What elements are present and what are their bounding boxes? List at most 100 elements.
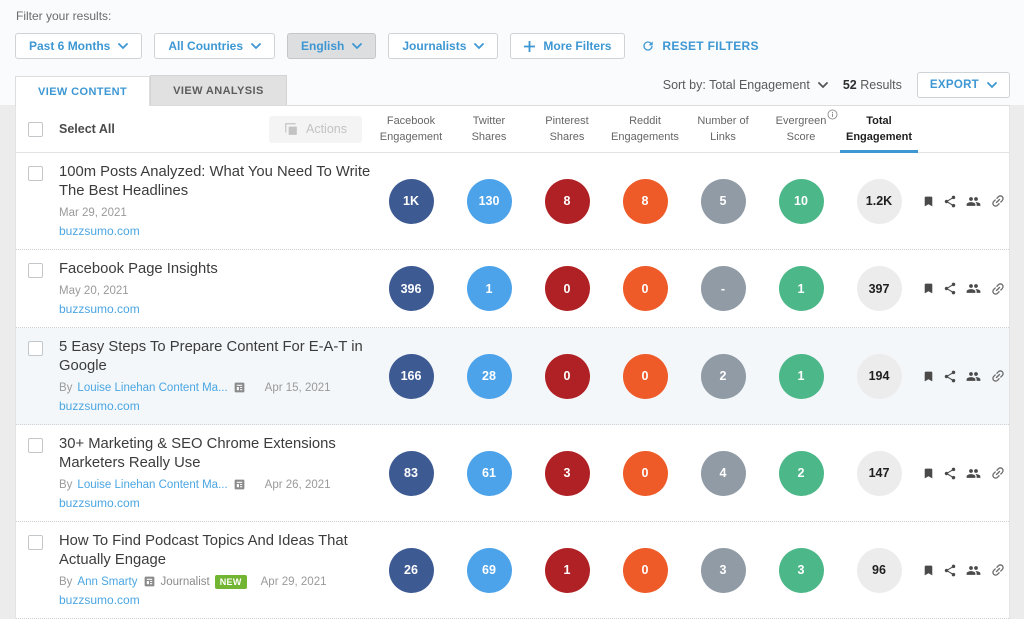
column-header[interactable]: Twitter Shares bbox=[450, 113, 528, 145]
row-checkbox[interactable] bbox=[28, 263, 43, 278]
bookmark-icon[interactable] bbox=[922, 563, 935, 578]
article-title[interactable]: Facebook Page Insights bbox=[59, 260, 372, 279]
author-link[interactable]: Louise Linehan Content Ma... bbox=[77, 382, 227, 394]
metric-cell: 396 bbox=[372, 266, 450, 311]
row-checkbox[interactable] bbox=[28, 535, 43, 550]
metric-cell: 130 bbox=[450, 179, 528, 224]
article-domain-link[interactable]: buzzsumo.com bbox=[59, 302, 372, 317]
audience-icon[interactable] bbox=[965, 466, 982, 481]
link-icon[interactable] bbox=[990, 368, 1006, 384]
evergreen-metric-circle: 3 bbox=[779, 548, 824, 593]
table-row: Facebook Page Insights May 20, 2021 buzz… bbox=[16, 250, 1009, 328]
pinterest-metric-circle: 3 bbox=[545, 451, 590, 496]
column-headers: Facebook Engagement Twitter Shares Pinte… bbox=[372, 113, 918, 145]
row-checkbox[interactable] bbox=[28, 166, 43, 181]
article-byline: By Ann Smarty Journalist NEW Apr 29, 202… bbox=[59, 574, 372, 589]
article-title[interactable]: 5 Easy Steps To Prepare Content For E-A-… bbox=[59, 338, 372, 376]
sort-by-dropdown[interactable]: Sort by: Total Engagement bbox=[663, 78, 828, 92]
author-link[interactable]: Ann Smarty bbox=[77, 576, 137, 588]
column-header-line2: Score bbox=[762, 129, 840, 145]
byline-by-label: By bbox=[59, 576, 72, 588]
facebook-metric-circle: 396 bbox=[389, 266, 434, 311]
author-link[interactable]: Louise Linehan Content Ma... bbox=[77, 479, 227, 491]
article-byline: By Louise Linehan Content Ma... Apr 26, … bbox=[59, 477, 372, 492]
select-all-label: Select All bbox=[59, 122, 115, 136]
bookmark-icon[interactable] bbox=[922, 281, 935, 296]
column-header[interactable]: Number of Links bbox=[684, 113, 762, 145]
facebook-metric-circle: 166 bbox=[389, 354, 434, 399]
article-title[interactable]: 30+ Marketing & SEO Chrome Extensions Ma… bbox=[59, 435, 372, 473]
tab-bar: VIEW CONTENT VIEW ANALYSIS Sort by: Tota… bbox=[15, 72, 1010, 105]
link-icon[interactable] bbox=[990, 193, 1006, 209]
table-row: How To Find Podcast Topics And Ideas Tha… bbox=[16, 522, 1009, 619]
actions-label: Actions bbox=[306, 122, 347, 136]
column-header[interactable]: Evergreen Score bbox=[762, 113, 840, 145]
facebook-metric-circle: 26 bbox=[389, 548, 434, 593]
row-checkbox[interactable] bbox=[28, 438, 43, 453]
filter-dropdown-button[interactable]: Past 6 Months bbox=[15, 33, 142, 59]
metric-cell: 1 bbox=[450, 266, 528, 311]
bookmark-icon[interactable] bbox=[922, 194, 935, 209]
article-domain-link[interactable]: buzzsumo.com bbox=[59, 496, 372, 511]
filter-dropdown-button[interactable]: Journalists bbox=[388, 33, 498, 59]
tab-view-analysis[interactable]: VIEW ANALYSIS bbox=[150, 75, 287, 105]
pinterest-metric-circle: 0 bbox=[545, 354, 590, 399]
filter-dropdown-label: Past 6 Months bbox=[29, 39, 110, 53]
bookmark-icon[interactable] bbox=[922, 466, 935, 481]
link-icon[interactable] bbox=[990, 562, 1006, 578]
select-all-checkbox[interactable] bbox=[28, 122, 43, 137]
article-domain-link[interactable]: buzzsumo.com bbox=[59, 399, 372, 414]
column-header[interactable]: Pinterest Shares bbox=[528, 113, 606, 145]
audience-icon[interactable] bbox=[965, 281, 982, 296]
filter-dropdown-button[interactable]: English bbox=[287, 33, 376, 59]
reset-filters-button[interactable]: RESET FILTERS bbox=[637, 39, 762, 53]
article-domain-link[interactable]: buzzsumo.com bbox=[59, 593, 372, 608]
row-metrics: 1K 130 8 8 5 10 1.2K bbox=[372, 179, 918, 224]
article-title[interactable]: 100m Posts Analyzed: What You Need To Wr… bbox=[59, 163, 372, 201]
info-icon[interactable] bbox=[827, 109, 838, 120]
metric-cell: - bbox=[684, 266, 762, 311]
audience-icon[interactable] bbox=[965, 563, 982, 578]
share-icon[interactable] bbox=[943, 563, 957, 578]
row-text: How To Find Podcast Topics And Ideas Tha… bbox=[59, 532, 372, 608]
row-text: 100m Posts Analyzed: What You Need To Wr… bbox=[59, 163, 372, 239]
link-icon[interactable] bbox=[990, 281, 1006, 297]
export-button[interactable]: EXPORT bbox=[917, 72, 1010, 98]
row-metrics: 396 1 0 0 - 1 397 bbox=[372, 266, 918, 311]
row-checkbox[interactable] bbox=[28, 341, 43, 356]
link-icon[interactable] bbox=[990, 465, 1006, 481]
metric-cell: 0 bbox=[606, 354, 684, 399]
twitter-metric-circle: 28 bbox=[467, 354, 512, 399]
metric-cell: 8 bbox=[606, 179, 684, 224]
pinterest-metric-circle: 1 bbox=[545, 548, 590, 593]
total-metric-circle: 96 bbox=[857, 548, 902, 593]
total-metric-circle: 397 bbox=[857, 266, 902, 311]
actions-button[interactable]: Actions bbox=[269, 116, 362, 143]
pinterest-metric-circle: 0 bbox=[545, 266, 590, 311]
chevron-down-icon bbox=[251, 43, 261, 50]
share-icon[interactable] bbox=[943, 194, 957, 209]
more-filters-button[interactable]: More Filters bbox=[510, 33, 625, 59]
tab-view-content[interactable]: VIEW CONTENT bbox=[15, 76, 150, 106]
twitter-metric-circle: 1 bbox=[467, 266, 512, 311]
share-icon[interactable] bbox=[943, 466, 957, 481]
tab-view-content-label: VIEW CONTENT bbox=[38, 86, 127, 98]
audience-icon[interactable] bbox=[965, 194, 982, 209]
column-header[interactable]: Reddit Engagements bbox=[606, 113, 684, 145]
twitter-metric-circle: 61 bbox=[467, 451, 512, 496]
article-title[interactable]: How To Find Podcast Topics And Ideas Tha… bbox=[59, 532, 372, 570]
filter-dropdown-button[interactable]: All Countries bbox=[154, 33, 275, 59]
share-icon[interactable] bbox=[943, 281, 957, 296]
article-byline: Mar 29, 2021 bbox=[59, 205, 372, 220]
share-icon[interactable] bbox=[943, 369, 957, 384]
chevron-down-icon bbox=[818, 82, 828, 89]
bookmark-icon[interactable] bbox=[922, 369, 935, 384]
article-domain-link[interactable]: buzzsumo.com bbox=[59, 224, 372, 239]
column-header[interactable]: Total Engagement bbox=[840, 113, 918, 145]
metric-cell: 0 bbox=[528, 354, 606, 399]
audience-icon[interactable] bbox=[965, 369, 982, 384]
metric-cell: 5 bbox=[684, 179, 762, 224]
column-header[interactable]: Facebook Engagement bbox=[372, 113, 450, 145]
metric-cell: 3 bbox=[528, 451, 606, 496]
evergreen-metric-circle: 1 bbox=[779, 354, 824, 399]
